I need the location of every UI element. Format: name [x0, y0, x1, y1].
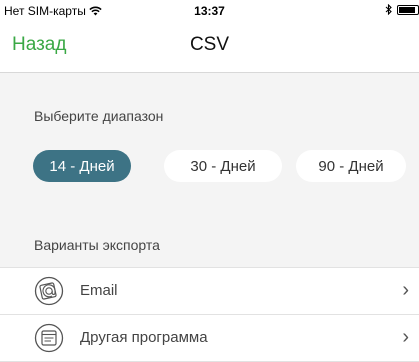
status-time: 13:37	[194, 4, 225, 18]
range-14-days-button[interactable]: 14 - Дней	[33, 150, 131, 182]
range-selector: 14 - Дней 30 - Дней 90 - Дней	[0, 150, 419, 182]
email-icon	[34, 276, 64, 306]
page-title: CSV	[189, 34, 230, 55]
status-right	[385, 4, 419, 15]
export-email-item[interactable]: Email ›	[0, 267, 419, 314]
nav-bar: Назад CSV	[0, 22, 419, 73]
chevron-right-icon: ›	[402, 279, 409, 301]
export-other-app-item[interactable]: Другая программа ›	[0, 314, 419, 362]
export-section-label: Варианты экспорта	[34, 237, 160, 253]
export-options-list: Email › Другая программа ›	[0, 267, 419, 362]
status-bar: Нет SIM-карты 13:37	[0, 0, 419, 22]
battery-icon	[397, 4, 419, 15]
range-90-days-button[interactable]: 90 - Дней	[296, 150, 406, 182]
app-icon	[34, 323, 64, 353]
range-30-days-button[interactable]: 30 - Дней	[164, 150, 282, 182]
export-email-label: Email	[80, 282, 118, 299]
range-section-label: Выберите диапазон	[34, 108, 164, 124]
chevron-right-icon: ›	[402, 326, 409, 348]
export-other-app-label: Другая программа	[80, 329, 208, 346]
bluetooth-icon	[385, 4, 392, 15]
